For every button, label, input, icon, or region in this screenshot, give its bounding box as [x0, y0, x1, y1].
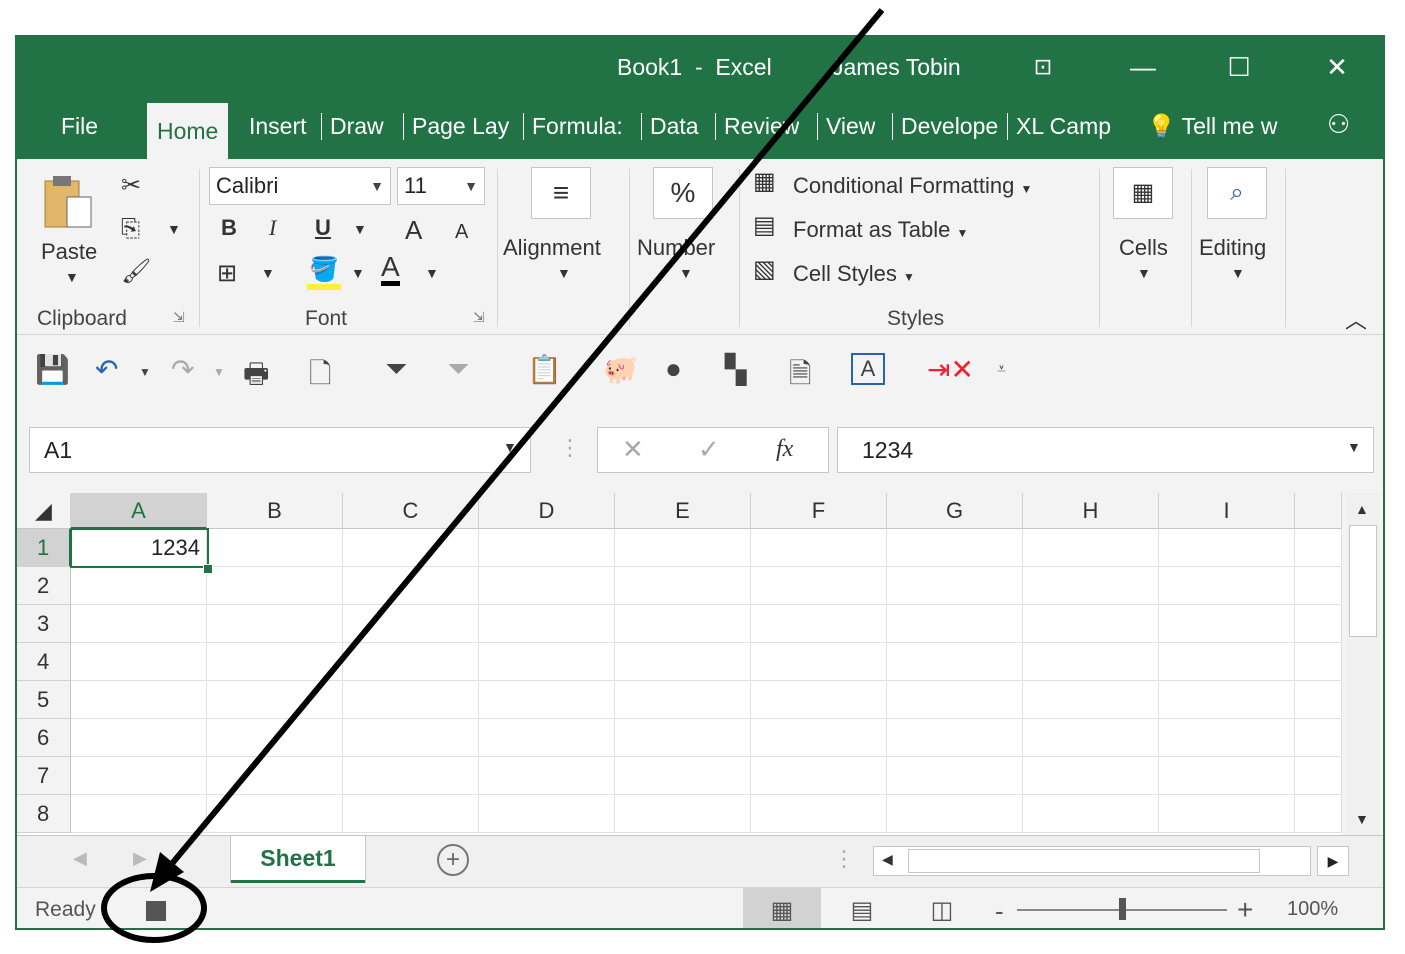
annotation-overlay	[101, 8, 885, 943]
annotation-arrow-line	[167, 8, 885, 868]
